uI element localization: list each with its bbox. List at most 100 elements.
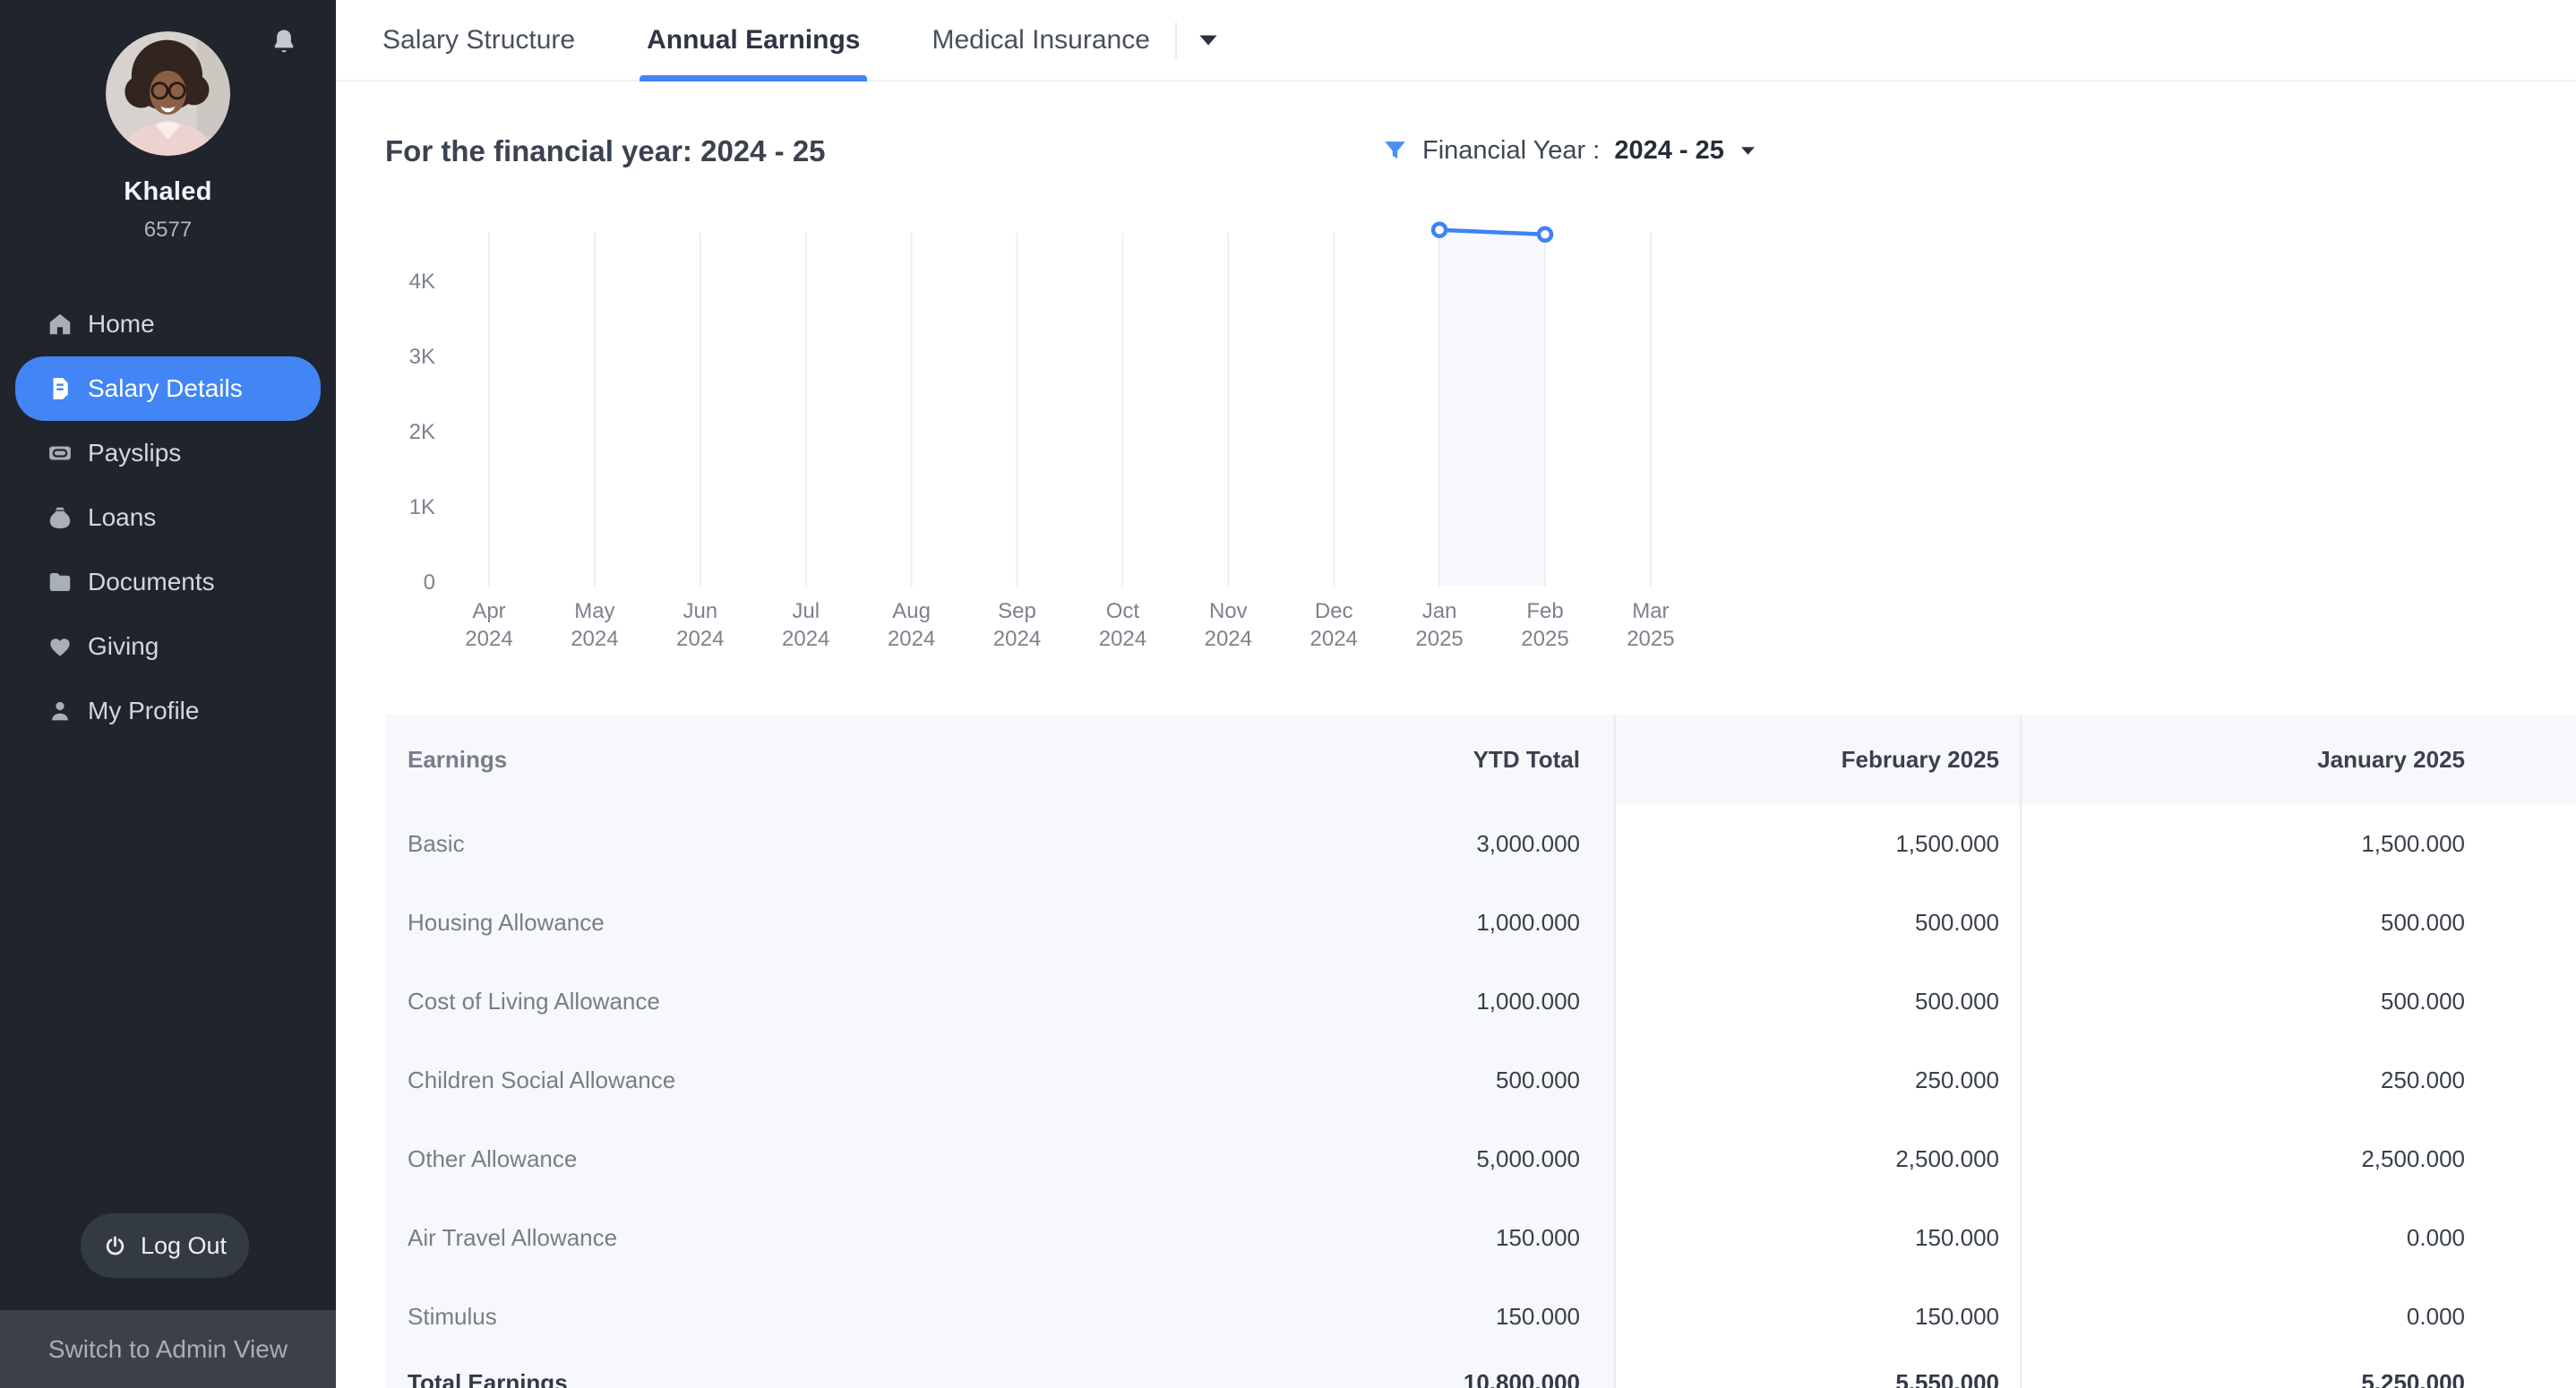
chart-point-feb-2025[interactable] [1539,228,1551,241]
cell-ytd-total: 150.000 [1496,1198,1580,1277]
sidebar-item-payslips[interactable]: Payslips [0,421,336,485]
cell-january-2025: 1,500.000 [2361,804,2465,883]
table-row-housing-allowance: Housing Allowance1,000.000500.000500.000 [385,883,2576,962]
cell-ytd-total: 1,000.000 [1476,883,1580,962]
cell-ytd-total: 1,000.000 [1476,962,1580,1041]
cell-february-2025: 500.000 [1915,962,1999,1041]
loans-icon [47,504,73,531]
chart-xtick-month-label: Nov [1209,599,1248,623]
table-header-earnings: Earnings [408,715,507,804]
table-row-children-social-allowance: Children Social Allowance500.000250.0002… [385,1041,2576,1119]
table-column-divider [2020,715,2022,1388]
cell-january-2025: 500.000 [2381,883,2465,962]
cell-february-2025: 1,500.000 [1895,804,1999,883]
logout-label: Log Out [141,1232,227,1260]
tab-annual-earnings[interactable]: Annual Earnings [647,0,860,80]
chart-xtick-year-label: 2024 [888,627,935,651]
total-row-label: Total Earnings [408,1356,568,1388]
sidebar-item-my-profile[interactable]: My Profile [0,679,336,743]
power-icon [103,1234,127,1258]
my-profile-icon [47,698,73,724]
total-cell-january-2025: 5,250.000 [2361,1356,2465,1388]
chart-xtick-month-label: Feb [1526,599,1563,623]
row-label: Cost of Living Allowance [408,962,660,1041]
sidebar-item-label: My Profile [88,697,199,725]
table-body: Basic3,000.0001,500.0001,500.000Housing … [385,804,2576,1356]
filter-caret-down-icon [1740,146,1756,156]
filter-label: Financial Year : [1422,136,1600,166]
table-row-cost-of-living-allowance: Cost of Living Allowance 1,000.000 500.000… [385,962,2576,1041]
chart-xtick-month-label: Oct [1106,599,1140,623]
sidebar-nav: HomeSalary Details Payslips Loans Documents… [0,292,336,743]
chart-xtick-year-label: 2024 [1205,627,1252,651]
chart-ytick-label: 1K [409,495,435,519]
sidebar-item-label: Payslips [88,439,181,467]
chart-xtick-month-label: Dec [1315,599,1353,623]
logout-button[interactable]: Log Out [81,1213,249,1278]
page-title: For the financial year: 2024 - 25 [385,134,826,168]
sidebar-item-giving[interactable]: Giving [0,614,336,679]
chart-xtick-month-label: Apr [472,599,505,623]
chart-ytick-label: 3K [409,345,435,369]
chart-xtick-month-label: Jul [792,599,820,623]
salary-app: Khaled 6577 HomeSalary DetailsPayslipsLo… [0,0,2576,1388]
switch-admin-view-button[interactable]: Switch to Admin View [0,1310,336,1388]
chart-xtick-year-label: 2025 [1627,627,1674,651]
filter-funnel-icon [1382,137,1408,165]
sidebar-item-home[interactable]: Home [0,292,336,356]
tab-salary-structure[interactable]: Salary Structure [382,0,575,80]
table-column-divider [1614,715,1616,1388]
payslips-icon [47,440,73,467]
table-row-stimulus: Stimulus150.000150.0000.000 [385,1277,2576,1356]
total-cell-ytd-total: 10,800.000 [1464,1356,1580,1388]
sidebar-item-salary-details[interactable]: Salary Details [15,356,321,421]
table-header-february-2025: February 2025 [1842,715,1999,804]
chart-xtick-year-label: 2024 [782,627,829,651]
sidebar: Khaled 6577 HomeSalary DetailsPayslipsLo… [0,0,336,1388]
chart-point-jan-2025[interactable] [1433,224,1446,236]
cell-ytd-total: 5,000.000 [1476,1119,1580,1198]
row-label: Air Travel Allowance [408,1198,617,1277]
cell-february-2025: 500.000 [1915,883,1999,962]
switch-admin-view-label: Switch to Admin View [48,1335,288,1364]
sidebar-item-label: Loans [88,503,156,532]
row-label: Basic [408,804,465,883]
row-label: Children Social Allowance [408,1041,675,1119]
sidebar-item-documents[interactable]: Documents [0,550,336,614]
notification-bell-icon[interactable] [270,25,298,57]
chart-xtick-year-label: 2024 [571,627,618,651]
table-row-basic: Basic 3,000.000 1,500.000 1,500.000 [385,804,2576,883]
chart-ytick-label: 2K [409,420,435,444]
chart-xtick-year-label: 2025 [1415,627,1463,651]
giving-icon [47,633,73,660]
table-total-row: Total Earnings10,800.0005,550.0005,250.0… [385,1356,2576,1388]
sidebar-item-label: Giving [88,632,159,661]
tab-bar-divider [1175,22,1177,58]
chart-xtick-month-label: May [574,599,614,623]
tab-medical-insurance[interactable]: Medical Insurance [932,0,1149,80]
user-avatar [106,31,230,156]
cell-january-2025: 2,500.000 [2361,1119,2465,1198]
cell-ytd-total: 150.000 [1496,1277,1580,1356]
cell-january-2025: 0.000 [2407,1198,2465,1277]
cell-february-2025: 250.000 [1915,1041,1999,1119]
chart-xtick-year-label: 2024 [465,627,512,651]
tabs-overflow-caret-icon[interactable] [1198,34,1218,47]
chart-xtick-month-label: Sep [998,599,1036,623]
earnings-table: EarningsYTD TotalFebruary 2025January 20… [385,715,2576,1388]
chart-ytick-label: 0 [424,570,435,595]
row-label: Other Allowance [408,1119,577,1198]
chart-xtick-year-label: 2025 [1521,627,1568,651]
documents-icon [47,569,73,595]
annual-earnings-chart: 01K2K3K4KApr2024May2024Jun2024Jul2024Aug… [385,215,1729,663]
cell-ytd-total: 500.000 [1496,1041,1580,1119]
chart-xtick-month-label: Aug [892,599,931,623]
chart-xtick-year-label: 2024 [676,627,724,651]
financial-year-filter[interactable]: Financial Year : 2024 - 25 [1382,136,1756,166]
sidebar-item-loans[interactable]: Loans [0,485,336,550]
cell-february-2025: 2,500.000 [1895,1119,1999,1198]
home-icon [47,311,73,338]
salary-details-icon [47,375,73,402]
cell-ytd-total: 3,000.000 [1476,804,1580,883]
chart-area-fill [1439,230,1545,587]
